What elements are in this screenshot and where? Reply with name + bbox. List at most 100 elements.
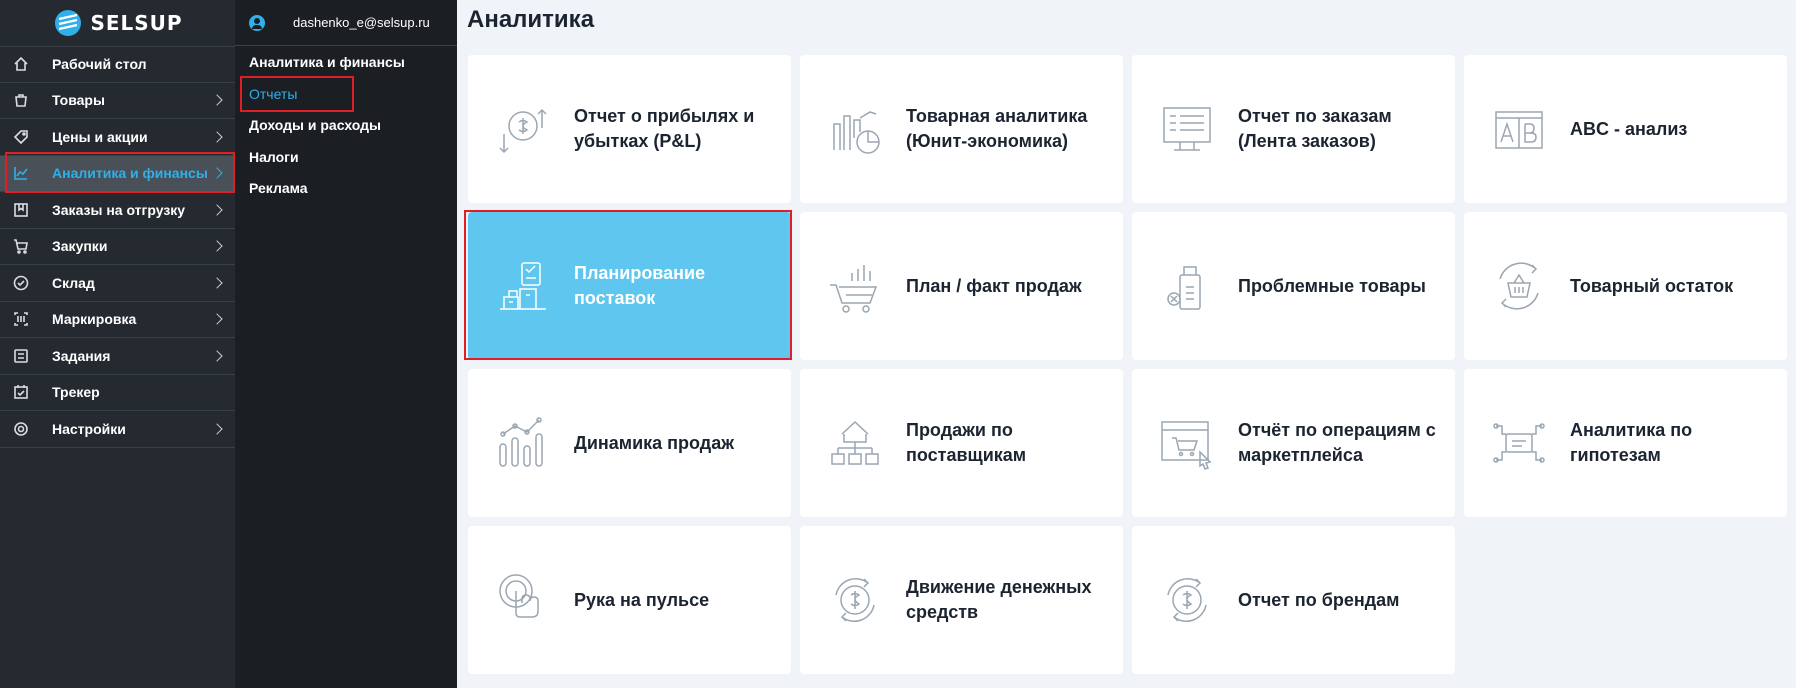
sidebar-item-orders[interactable]: Заказы на отгрузку: [0, 192, 235, 229]
hand-pulse-icon: [492, 569, 554, 631]
plan-fact-icon: [824, 255, 886, 317]
sidebar-item-label: Цены и акции: [52, 128, 148, 145]
stock-balance-icon: [1488, 255, 1550, 317]
sidebar-item-desktop[interactable]: Рабочий стол: [0, 46, 235, 83]
card-label: Отчет о прибылях и убытках (P&L): [574, 106, 755, 151]
card-label: План / факт продаж: [906, 275, 1082, 296]
card-hypotheses[interactable]: Аналитика по гипотезам: [1464, 369, 1787, 517]
sidebar-item-prices[interactable]: Цены и акции: [0, 119, 235, 156]
sales-dynamics-icon: [492, 412, 554, 474]
chevron-right-icon: [211, 423, 223, 435]
chevron-right-icon: [211, 94, 223, 106]
unit-economics-icon: [824, 98, 886, 160]
card-unit-economics[interactable]: Товарная аналитика (Юнит-экономика): [800, 55, 1123, 203]
card-supply-planning[interactable]: Планирование поставок: [468, 212, 791, 360]
submenu-item-advertising[interactable]: Реклама: [235, 173, 457, 205]
user-account[interactable]: dashenko_e@selsup.ru: [235, 0, 457, 46]
submenu-panel: dashenko_e@selsup.ru Аналитика и финансы…: [235, 0, 457, 688]
user-email: dashenko_e@selsup.ru: [293, 15, 430, 30]
card-profit-loss[interactable]: Отчет о прибылях и убытках (P&L): [468, 55, 791, 203]
sidebar-item-label: Аналитика и финансы: [52, 165, 208, 182]
logo-text: SELSUP: [90, 11, 183, 35]
card-stock-balance[interactable]: Товарный остаток: [1464, 212, 1787, 360]
user-icon: [249, 14, 265, 31]
supply-planning-icon: [492, 255, 554, 317]
card-abc-analysis[interactable]: ABC - анализ: [1464, 55, 1787, 203]
card-label: Отчет по брендам: [1238, 589, 1400, 610]
chevron-right-icon: [211, 350, 223, 362]
card-label: Планирование поставок: [574, 263, 706, 308]
chevron-right-icon: [211, 277, 223, 289]
submenu-item-taxes[interactable]: Налоги: [235, 141, 457, 173]
sidebar-item-analytics[interactable]: Аналитика и финансы: [0, 155, 235, 192]
problem-goods-icon: [1156, 255, 1218, 317]
submenu-item-reports[interactable]: Отчеты: [235, 78, 457, 110]
main-content: Аналитика Отчет о прибылях и убытках (P&…: [457, 0, 1796, 688]
card-label: ABC - анализ: [1570, 118, 1688, 139]
card-marketplace-ops[interactable]: Отчёт по операциям с маркетплейса: [1132, 369, 1455, 517]
orders-feed-icon: [1156, 98, 1218, 160]
sidebar-item-purchases[interactable]: Закупки: [0, 229, 235, 265]
card-problem-goods[interactable]: Проблемные товары: [1132, 212, 1455, 360]
sidebar-item-goods[interactable]: Товары: [0, 83, 235, 119]
card-label: Отчет по заказам (Лента заказов): [1238, 106, 1392, 151]
card-plan-fact[interactable]: План / факт продаж: [800, 212, 1123, 360]
sidebar-item-label: Трекер: [52, 384, 100, 401]
sidebar-item-warehouse[interactable]: Склад: [0, 265, 235, 302]
sidebar-item-label: Настройки: [52, 420, 126, 437]
suppliers-sales-icon: [824, 412, 886, 474]
card-sales-dynamics[interactable]: Динамика продаж: [468, 369, 791, 517]
card-label: Продажи по поставщикам: [906, 420, 1027, 465]
check-circle-icon: [12, 274, 30, 292]
submenu-item-income-expenses[interactable]: Доходы и расходы: [235, 110, 457, 142]
card-label: Аналитика по гипотезам: [1570, 420, 1693, 465]
brands-report-icon: [1156, 569, 1218, 631]
profit-loss-icon: [492, 98, 554, 160]
sidebar-item-label: Рабочий стол: [52, 56, 147, 73]
barcode-icon: [12, 310, 30, 328]
tag-icon: [12, 128, 30, 146]
marketplace-ops-icon: [1156, 412, 1218, 474]
chevron-right-icon: [211, 131, 223, 143]
calendar-check-icon: [12, 383, 30, 401]
sidebar-item-label: Заказы на отгрузку: [52, 201, 186, 218]
sidebar-item-label: Товары: [52, 92, 105, 109]
logo[interactable]: SELSUP: [0, 0, 235, 46]
card-label: Динамика продаж: [574, 432, 734, 453]
card-suppliers-sales[interactable]: Продажи по поставщикам: [800, 369, 1123, 517]
home-icon: [12, 55, 30, 73]
card-label: Рука на пульсе: [574, 589, 710, 610]
card-label: Движение денежных средств: [906, 577, 1092, 622]
sidebar-item-label: Закупки: [52, 238, 108, 255]
sidebar-item-tracker[interactable]: Трекер: [0, 375, 235, 411]
tasks-icon: [12, 347, 30, 365]
sidebar-item-tasks[interactable]: Задания: [0, 338, 235, 375]
submenu-title: Аналитика и финансы: [249, 54, 405, 70]
page-title: Аналитика: [467, 6, 595, 33]
sidebar-item-marking[interactable]: Маркировка: [0, 302, 235, 338]
sidebar: SELSUP Рабочий стол Товары Цены и акции …: [0, 0, 235, 688]
card-label: Товарный остаток: [1570, 275, 1734, 296]
selsup-logo-icon: [55, 10, 82, 36]
chevron-right-icon: [211, 167, 223, 179]
gear-icon: [12, 420, 30, 438]
card-label: Товарная аналитика (Юнит-экономика): [906, 106, 1088, 151]
sidebar-item-label: Задания: [52, 347, 111, 364]
cash-flow-icon: [824, 569, 886, 631]
card-brands-report[interactable]: Отчет по брендам: [1132, 526, 1455, 674]
chevron-right-icon: [211, 313, 223, 325]
bag-icon: [12, 91, 30, 109]
chevron-right-icon: [211, 204, 223, 216]
chevron-right-icon: [211, 240, 223, 252]
sidebar-item-label: Склад: [52, 274, 95, 291]
abc-analysis-icon: [1488, 98, 1550, 160]
sidebar-item-settings[interactable]: Настройки: [0, 411, 235, 448]
card-label: Отчёт по операциям с маркетплейса: [1238, 420, 1436, 465]
cart-icon: [12, 237, 30, 255]
card-orders-feed[interactable]: Отчет по заказам (Лента заказов): [1132, 55, 1455, 203]
chart-icon: [12, 164, 30, 182]
box-icon: [12, 201, 30, 219]
card-cash-flow[interactable]: Движение денежных средств: [800, 526, 1123, 674]
hypotheses-icon: [1488, 412, 1550, 474]
card-hand-pulse[interactable]: Рука на пульсе: [468, 526, 791, 674]
